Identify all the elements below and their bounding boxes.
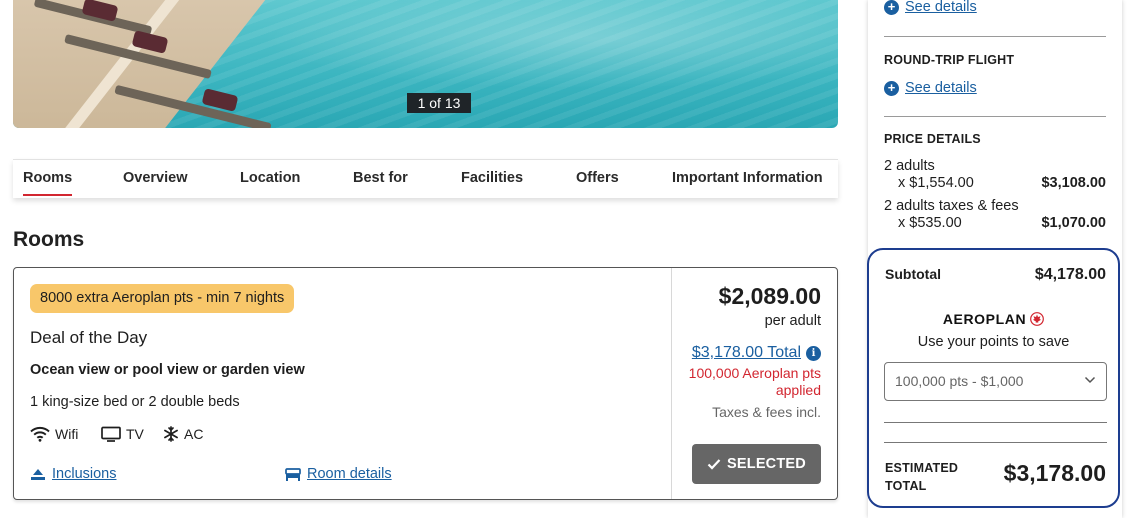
- taxes-note: Taxes & fees incl.: [712, 404, 821, 420]
- aeroplan-logo: AEROPLAN: [869, 311, 1118, 327]
- section-tabs: Rooms Overview Location Best for Facilit…: [13, 159, 838, 198]
- promo-badge: 8000 extra Aeroplan pts - min 7 nights: [30, 284, 295, 313]
- divider: [884, 442, 1107, 443]
- amenity-tv: TV: [101, 426, 144, 442]
- estimated-label-line: TOTAL: [885, 479, 927, 493]
- amenity-ac: AC: [163, 426, 203, 442]
- selected-label: SELECTED: [727, 456, 806, 472]
- hotel-photo[interactable]: 1 of 13: [13, 0, 838, 128]
- wifi-icon: [30, 426, 50, 442]
- price-line-rate: x $535.00: [898, 215, 962, 231]
- price-line-label: 2 adults taxes & fees: [884, 198, 1019, 214]
- amenity-label: AC: [184, 426, 204, 442]
- room-card: 8000 extra Aeroplan pts - min 7 nights D…: [13, 267, 838, 500]
- amenity-label: Wifi: [55, 426, 79, 442]
- price-unit: per adult: [764, 313, 821, 329]
- total-price-link[interactable]: $3,178.00 Total i: [692, 344, 821, 362]
- amenity-label: TV: [126, 426, 144, 442]
- tab-location[interactable]: Location: [240, 160, 300, 198]
- card-divider: [671, 268, 672, 499]
- tab-facilities[interactable]: Facilities: [461, 160, 523, 198]
- maple-leaf-icon: [1030, 312, 1045, 326]
- price-line-amount: $1,070.00: [1041, 215, 1106, 231]
- tab-important-information[interactable]: Important Information: [672, 160, 823, 198]
- points-select-value: 100,000 pts - $1,000: [895, 373, 1024, 389]
- hotel-see-details-link[interactable]: + See details: [884, 0, 977, 15]
- inclusions-link[interactable]: Inclusions: [30, 466, 116, 482]
- price-line-label: 2 adults: [884, 158, 935, 174]
- snowflake-icon: [164, 426, 178, 442]
- plus-circle-icon: +: [884, 80, 899, 96]
- price-details-heading: PRICE DETAILS: [884, 132, 981, 146]
- tab-overview[interactable]: Overview: [123, 160, 188, 198]
- photo-counter: 1 of 13: [407, 93, 471, 113]
- total-price-label: $3,178.00 Total: [691, 344, 801, 361]
- checkmark-icon: [707, 459, 721, 470]
- aeroplan-wordmark: AEROPLAN: [942, 311, 1027, 327]
- divider: [884, 422, 1107, 423]
- info-icon[interactable]: i: [806, 345, 821, 361]
- room-title: Deal of the Day: [30, 328, 148, 347]
- room-details-link[interactable]: Room details: [285, 466, 392, 482]
- estimated-total-label: ESTIMATED TOTAL: [885, 459, 958, 495]
- price-per-adult: $2,089.00: [718, 283, 821, 309]
- total-summary-box: Subtotal $4,178.00 AEROPLAN Use your poi…: [867, 248, 1120, 508]
- rooms-heading: Rooms: [13, 228, 85, 251]
- see-details-label: See details: [905, 0, 977, 15]
- price-line-amount: $3,108.00: [1041, 175, 1106, 191]
- divider: [884, 116, 1106, 117]
- estimated-total-value: $3,178.00: [1003, 460, 1106, 486]
- flight-heading: ROUND-TRIP FLIGHT: [884, 53, 1015, 67]
- tab-offers[interactable]: Offers: [576, 160, 619, 198]
- points-prompt: Use your points to save: [917, 334, 1070, 350]
- estimated-label-line: ESTIMATED: [885, 461, 959, 475]
- subtotal-label: Subtotal: [885, 266, 941, 282]
- points-select[interactable]: 100,000 pts - $1,000: [884, 362, 1107, 401]
- amenity-wifi: Wifi: [30, 426, 78, 442]
- inclusions-icon: [31, 469, 45, 480]
- selected-button[interactable]: SELECTED: [692, 444, 821, 484]
- room-details-label: Room details: [307, 466, 392, 482]
- subtotal-value: $4,178.00: [1034, 266, 1106, 283]
- points-applied: 100,000 Aeroplan pts applied: [688, 365, 821, 398]
- flight-see-details-link[interactable]: + See details: [884, 80, 977, 96]
- divider: [884, 36, 1106, 37]
- bed-icon: [285, 468, 301, 481]
- room-view: Ocean view or pool view or garden view: [30, 362, 305, 378]
- room-beds: 1 king-size bed or 2 double beds: [30, 394, 240, 410]
- tab-best-for[interactable]: Best for: [353, 160, 408, 198]
- tv-icon: [101, 426, 121, 442]
- see-details-label: See details: [905, 80, 977, 96]
- tab-rooms[interactable]: Rooms: [23, 160, 73, 198]
- chevron-down-icon: [1084, 376, 1096, 384]
- inclusions-label: Inclusions: [52, 466, 117, 482]
- plus-circle-icon: +: [884, 0, 899, 15]
- price-line-rate: x $1,554.00: [898, 175, 974, 191]
